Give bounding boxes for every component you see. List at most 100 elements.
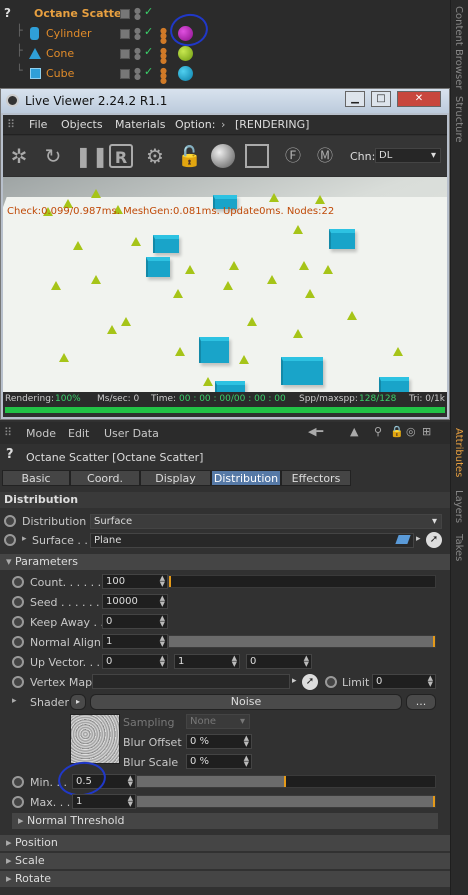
- layer-tag-icon[interactable]: [120, 29, 130, 39]
- enabled-check-icon[interactable]: ✓: [144, 65, 153, 78]
- section-rotate[interactable]: ▸ Rotate: [0, 871, 450, 887]
- tab-content-browser[interactable]: Content Browser: [453, 6, 464, 89]
- live-viewer-titlebar[interactable]: Live Viewer 2.24.2 R1.1 ▁ □ ✕: [1, 89, 449, 113]
- tab-structure[interactable]: Structure: [453, 96, 464, 143]
- blurscale-input[interactable]: 0 % ▲ ▼: [186, 754, 252, 769]
- slider-handle[interactable]: [284, 776, 286, 787]
- tab-attributes[interactable]: Attributes: [453, 428, 464, 477]
- visibility-dots-icon[interactable]: ● ●: [134, 47, 144, 61]
- menu-objects[interactable]: Objects: [61, 118, 103, 131]
- enabled-check-icon[interactable]: ✓: [144, 5, 153, 18]
- slider-handle[interactable]: [433, 636, 435, 647]
- enabled-check-icon[interactable]: ✓: [144, 45, 153, 58]
- focus-pick-icon[interactable]: Ⓕ: [281, 144, 305, 168]
- visibility-dots-icon[interactable]: ● ●: [134, 7, 144, 21]
- close-button[interactable]: ✕: [397, 91, 441, 107]
- distribution-select[interactable]: Surface ▾: [90, 514, 442, 529]
- shader-arrow-button[interactable]: ▸: [70, 694, 86, 710]
- animate-radio[interactable]: [325, 676, 337, 688]
- stepper-icon[interactable]: ▲ ▼: [128, 775, 133, 788]
- max-slider[interactable]: [136, 795, 436, 808]
- layer-tag-icon[interactable]: [120, 9, 130, 19]
- tab-effectors[interactable]: Effectors: [281, 470, 351, 486]
- up-arrow-icon[interactable]: ▲: [350, 425, 358, 438]
- menu-user-data[interactable]: User Data: [104, 427, 159, 440]
- animate-radio[interactable]: [12, 656, 24, 668]
- animate-radio[interactable]: [12, 636, 24, 648]
- animate-radio[interactable]: [12, 576, 24, 588]
- layer-tag-icon[interactable]: [120, 49, 130, 59]
- sampling-select[interactable]: None ▾: [186, 714, 250, 729]
- surface-link-field[interactable]: Plane: [90, 533, 414, 548]
- expand-triangle-icon[interactable]: ▸: [22, 534, 27, 544]
- tab-display[interactable]: Display: [140, 470, 211, 486]
- menu-option[interactable]: Option:: [175, 118, 215, 131]
- section-position[interactable]: ▸ Position: [0, 835, 450, 851]
- maximize-button[interactable]: □: [371, 91, 391, 107]
- send-scene-icon[interactable]: ✲: [7, 144, 31, 168]
- frame-icon[interactable]: [245, 144, 269, 168]
- animate-radio[interactable]: [4, 515, 16, 527]
- tree-row-cone[interactable]: ├ Cone ● ● ✓ ● ● ●: [0, 44, 216, 65]
- stepper-icon[interactable]: ▲ ▼: [160, 615, 165, 628]
- link-arrow-icon[interactable]: ▸: [416, 534, 421, 544]
- tab-coord[interactable]: Coord.: [70, 470, 140, 486]
- stepper-icon[interactable]: ▲ ▼: [232, 655, 237, 668]
- animate-radio[interactable]: [12, 616, 24, 628]
- keepaway-input[interactable]: 0 ▲ ▼: [102, 614, 168, 629]
- upvector-z-input[interactable]: 0 ▲ ▼: [246, 654, 312, 669]
- restart-icon[interactable]: ↻: [41, 144, 65, 168]
- lock-icon[interactable]: 🔒: [390, 425, 404, 438]
- animate-radio[interactable]: [12, 776, 24, 788]
- limit-input[interactable]: 0 ▲ ▼: [372, 674, 436, 689]
- lock-icon[interactable]: 🔓: [177, 144, 202, 168]
- count-input[interactable]: 100 ▲ ▼: [102, 574, 168, 589]
- new-panel-icon[interactable]: ⊞: [422, 425, 431, 438]
- pick-object-icon[interactable]: ➚: [302, 674, 318, 690]
- visibility-dots-icon[interactable]: ● ●: [134, 67, 144, 81]
- upvector-x-input[interactable]: 0 ▲ ▼: [102, 654, 168, 669]
- normalalign-slider[interactable]: [168, 635, 436, 648]
- settings-gear-icon[interactable]: ⚙: [143, 144, 167, 168]
- stepper-icon[interactable]: ▲ ▼: [128, 795, 133, 808]
- section-scale[interactable]: ▸ Scale: [0, 853, 450, 869]
- animate-radio[interactable]: [4, 534, 16, 546]
- enabled-check-icon[interactable]: ✓: [144, 25, 153, 38]
- count-slider[interactable]: [168, 575, 436, 588]
- section-parameters[interactable]: ▾ Parameters: [0, 554, 450, 570]
- visibility-dots-icon[interactable]: ● ●: [134, 27, 144, 41]
- menu-mode[interactable]: Mode: [26, 427, 56, 440]
- slider-handle[interactable]: [169, 576, 171, 587]
- stepper-icon[interactable]: ▲ ▼: [428, 675, 433, 688]
- material-ball-icon[interactable]: [178, 46, 193, 61]
- tab-takes[interactable]: Takes: [453, 534, 464, 561]
- tree-row-cube[interactable]: └ Cube ● ● ✓ ● ● ●: [0, 64, 216, 85]
- layer-tag-icon[interactable]: [120, 69, 130, 79]
- back-arrow-icon[interactable]: ◀━: [308, 425, 323, 438]
- menu-edit[interactable]: Edit: [68, 427, 89, 440]
- shader-more-button[interactable]: ...: [406, 694, 436, 710]
- shader-button[interactable]: Noise: [90, 694, 402, 710]
- animate-radio[interactable]: [12, 676, 24, 688]
- stepper-icon[interactable]: ▲ ▼: [160, 655, 165, 668]
- link-arrow-icon[interactable]: ▸: [292, 676, 297, 686]
- stepper-icon[interactable]: ▲ ▼: [160, 635, 165, 648]
- animate-radio[interactable]: [12, 596, 24, 608]
- pause-icon[interactable]: ❚❚: [75, 144, 109, 168]
- channel-select[interactable]: DL ▾: [375, 148, 441, 163]
- minimize-button[interactable]: ▁: [345, 91, 365, 107]
- max-input[interactable]: 1 ▲ ▼: [72, 794, 136, 809]
- stepper-icon[interactable]: ▲ ▼: [160, 595, 165, 608]
- stepper-icon[interactable]: ▲ ▼: [244, 755, 249, 768]
- target-icon[interactable]: ◎: [406, 425, 416, 438]
- search-icon[interactable]: ⚲: [374, 425, 382, 438]
- seed-input[interactable]: 10000 ▲ ▼: [102, 594, 168, 609]
- upvector-y-input[interactable]: 1 ▲ ▼: [174, 654, 240, 669]
- tab-layers[interactable]: Layers: [453, 490, 464, 523]
- bluroffset-input[interactable]: 0 % ▲ ▼: [186, 734, 252, 749]
- vertexmap-link-field[interactable]: [92, 674, 290, 689]
- pick-object-icon[interactable]: ➚: [426, 532, 442, 548]
- stepper-icon[interactable]: ▲ ▼: [244, 735, 249, 748]
- material-ball-icon[interactable]: [178, 66, 193, 81]
- normalalign-input[interactable]: 1 ▲ ▼: [102, 634, 168, 649]
